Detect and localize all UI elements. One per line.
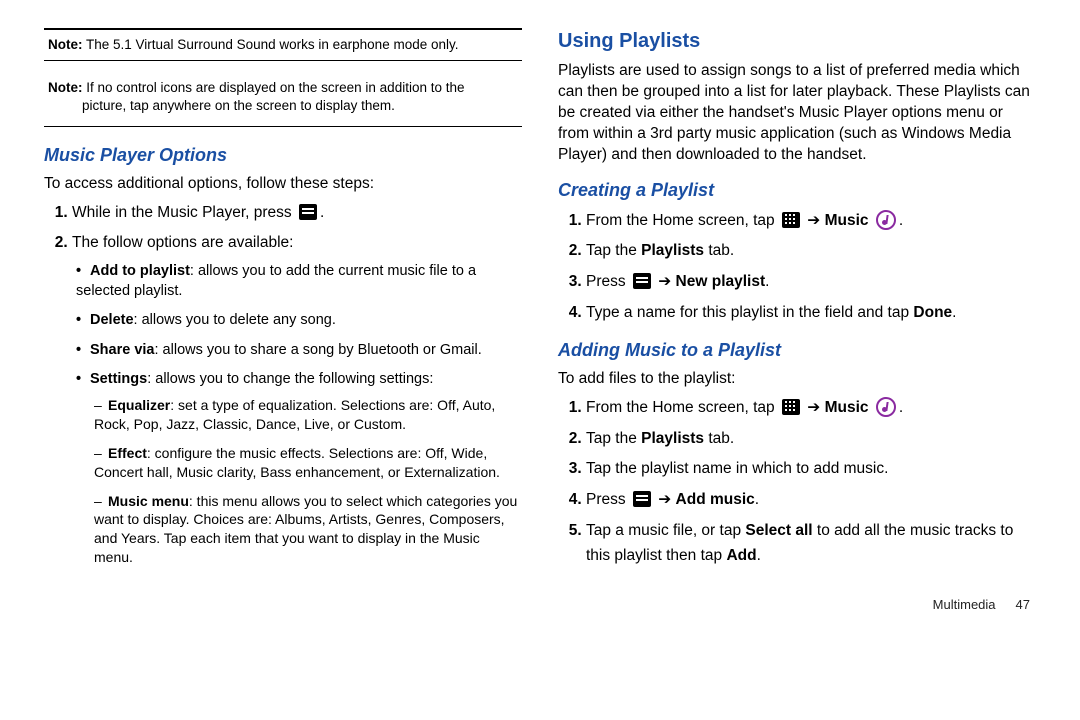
bullet-delete: Delete: allows you to delete any song. — [72, 311, 522, 331]
add-step-1: From the Home screen, tap ➔ Music . — [586, 396, 1036, 421]
create-step-3: Press ➔ New playlist. — [586, 270, 1036, 295]
dash-equalizer: Equalizer: set a type of equalization. S… — [94, 396, 522, 434]
steps-list: While in the Music Player, press . The f… — [44, 201, 522, 568]
heading-creating-playlist: Creating a Playlist — [558, 180, 1036, 201]
menu-icon — [633, 491, 651, 507]
heading-music-player-options: Music Player Options — [44, 145, 522, 166]
add-step-2: Tap the Playlists tab. — [586, 427, 1036, 452]
create-step-4: Type a name for this playlist in the fie… — [586, 301, 1036, 326]
music-icon — [876, 397, 896, 417]
dash-music-menu: Music menu: this menu allows you to sele… — [94, 492, 522, 568]
note-text: If no control icons are displayed on the… — [83, 80, 465, 95]
settings-sublist: Equalizer: set a type of equalization. S… — [76, 396, 522, 567]
dash-effect: Effect: configure the music effects. Sel… — [94, 444, 522, 482]
options-bullets: Add to playlist: allows you to add the c… — [72, 262, 522, 567]
note-label: Note: — [48, 80, 83, 95]
bullet-settings: Settings: allows you to change the follo… — [72, 370, 522, 567]
footer-section: Multimedia — [933, 597, 996, 612]
music-icon — [876, 210, 896, 230]
add-step-5: Tap a music file, or tap Select all to a… — [586, 519, 1036, 569]
using-playlists-paragraph: Playlists are used to assign songs to a … — [558, 61, 1036, 166]
step-1: While in the Music Player, press . — [72, 201, 522, 226]
page: Note: The 5.1 Virtual Surround Sound wor… — [0, 0, 1080, 720]
apps-grid-icon — [782, 212, 800, 228]
apps-grid-icon — [782, 399, 800, 415]
intro-text: To access additional options, follow the… — [44, 174, 522, 195]
create-step-1: From the Home screen, tap ➔ Music . — [586, 209, 1036, 234]
menu-icon — [299, 204, 317, 220]
note-surround: Note: The 5.1 Virtual Surround Sound wor… — [44, 28, 522, 61]
page-number: 47 — [1016, 597, 1030, 612]
note-controls: Note: If no control icons are displayed … — [44, 73, 522, 126]
note-text: The 5.1 Virtual Surround Sound works in … — [83, 37, 459, 52]
heading-using-playlists: Using Playlists — [558, 30, 1036, 53]
left-column: Note: The 5.1 Virtual Surround Sound wor… — [30, 20, 548, 710]
add-step-3: Tap the playlist name in which to add mu… — [586, 457, 1036, 482]
note-label: Note: — [48, 37, 83, 52]
bullet-share-via: Share via: allows you to share a song by… — [72, 341, 522, 361]
creating-steps: From the Home screen, tap ➔ Music . Tap … — [558, 209, 1036, 326]
note-text-cont: picture, tap anywhere on the screen to d… — [48, 97, 518, 115]
menu-icon — [633, 273, 651, 289]
heading-adding-music: Adding Music to a Playlist — [558, 340, 1036, 361]
adding-intro: To add files to the playlist: — [558, 369, 1036, 390]
bullet-add-to-playlist: Add to playlist: allows you to add the c… — [72, 262, 522, 301]
right-column: Using Playlists Playlists are used to as… — [548, 20, 1050, 710]
create-step-2: Tap the Playlists tab. — [586, 239, 1036, 264]
step-2: The follow options are available: Add to… — [72, 231, 522, 567]
add-step-4: Press ➔ Add music. — [586, 488, 1036, 513]
page-footer: Multimedia 47 — [558, 597, 1036, 612]
adding-steps: From the Home screen, tap ➔ Music . Tap … — [558, 396, 1036, 569]
